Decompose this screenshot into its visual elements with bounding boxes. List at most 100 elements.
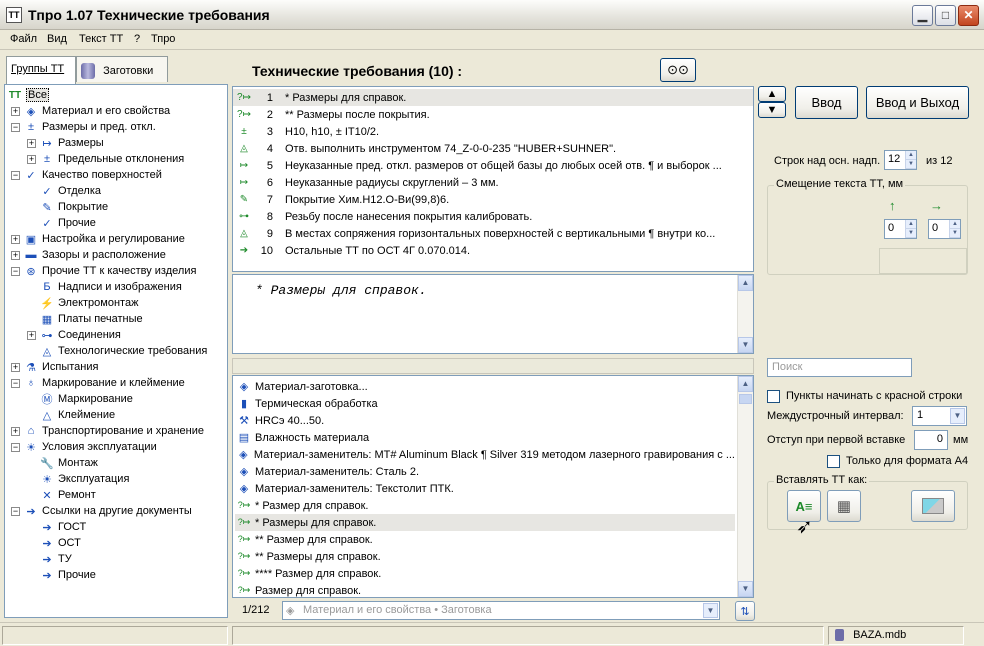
move-down-button[interactable]: ▼ <box>758 102 786 118</box>
tab-groups[interactable]: Группы ТТ <box>6 56 76 84</box>
move-up-button[interactable]: ▲ <box>758 86 786 102</box>
tree-item[interactable]: − ± Размеры и пред. откл. <box>11 119 156 135</box>
tree-item[interactable]: + ± Предельные отклонения <box>27 151 184 167</box>
menu-text-tt[interactable]: Текст ТТ <box>79 33 123 45</box>
find-button[interactable]: ⊙⊙ <box>660 58 696 82</box>
menu-file[interactable]: Файл <box>10 33 37 45</box>
library-row[interactable]: ▮ Термическая обработка <box>235 395 735 412</box>
menu-help[interactable]: ? <box>134 33 140 45</box>
tree-expander-icon[interactable]: − <box>11 170 20 180</box>
maximize-button[interactable]: □ <box>935 5 956 26</box>
tt-row[interactable]: ◬ 4 Отв. выполнить инструментом 74_Z-0-0-2… <box>233 140 753 157</box>
library-row[interactable]: ▤ Влажность материала <box>235 429 735 446</box>
insert-as-object-button[interactable] <box>911 490 955 522</box>
close-button[interactable]: ✕ <box>958 5 979 26</box>
chevron-down-icon[interactable]: ▼ <box>950 408 965 424</box>
tree-item[interactable]: + ⚗ Испытания <box>11 359 98 375</box>
library-row[interactable]: ?↦ Размер для справок. <box>235 582 735 597</box>
tt-row[interactable]: ↦ 5 Неуказанные пред. откл. размеров от об… <box>233 157 753 174</box>
tree-item[interactable]: ✎ Покрытие <box>27 199 108 215</box>
library-list[interactable]: ?↦ Размер для справок. ?↦ **** Размер для с… <box>232 375 754 598</box>
tree-item[interactable]: ➔ ОСТ <box>27 535 80 551</box>
tt-row[interactable]: ✎ 7 Покрытие Хим.Н12.О-Ви(99,8)6. <box>233 191 753 208</box>
tree-item[interactable]: − ♁ Маркирование и клеймение <box>11 375 185 391</box>
library-scrollbar[interactable]: ▲ ▼ <box>737 376 753 597</box>
filter-combo[interactable]: ◈ Материал и его свойства • Заготовка ▼ <box>282 601 720 620</box>
tree-item[interactable]: ✓ Прочие <box>27 215 96 231</box>
tree-expander-icon[interactable]: + <box>11 250 20 260</box>
lines-spin-arrows[interactable]: ▲ ▼ <box>905 151 916 169</box>
scroll-down-icon[interactable]: ▼ <box>738 581 753 597</box>
tree-item[interactable]: + ⊶ Соединения <box>27 327 121 343</box>
tree-item[interactable]: ◬ Технологические требования <box>27 343 208 359</box>
first-indent-input[interactable]: 0 <box>914 430 948 450</box>
library-row[interactable]: ?↦ * Размеры для справок. <box>235 514 735 531</box>
offset-up-spinbox[interactable]: 0 ▲ ▼ <box>884 219 917 239</box>
tree-item[interactable]: TT Все <box>7 87 49 103</box>
library-row[interactable]: ◈ Материал-заменитель: Текстолит ПТК. <box>235 480 735 497</box>
tree-expander-icon[interactable]: + <box>27 154 36 164</box>
search-input[interactable]: Поиск <box>767 358 912 377</box>
tree-item[interactable]: ✓ Отделка <box>27 183 101 199</box>
tab-templates[interactable]: Заготовки <box>76 56 168 82</box>
red-line-checkbox[interactable] <box>767 390 780 403</box>
tree-expander-icon[interactable]: + <box>11 106 20 116</box>
enter-exit-button[interactable]: Ввод и Выход <box>866 86 969 119</box>
tree-item[interactable]: Б Надписи и изображения <box>27 279 181 295</box>
tree-expander-icon[interactable]: − <box>11 122 20 132</box>
tree-expander-icon[interactable]: − <box>11 442 20 452</box>
tree-item[interactable]: − ⊛ Прочие ТТ к качеству изделия <box>11 263 196 279</box>
line-spacing-select[interactable]: 1 ▼ <box>912 406 967 426</box>
lines-spinbox[interactable]: 12 ▲ ▼ <box>884 150 917 170</box>
tree-item[interactable]: Ⓜ Маркирование <box>27 391 133 407</box>
minimize-button[interactable]: ▁ <box>912 5 933 26</box>
scroll-up-icon[interactable]: ▲ <box>738 376 753 392</box>
tree-expander-icon[interactable]: − <box>11 266 20 276</box>
tt-row[interactable]: ?↦ 2 ** Размеры после покрытия. <box>233 106 753 123</box>
tree-item[interactable]: △ Клеймение <box>27 407 115 423</box>
tree-item[interactable]: ⚡ Электромонтаж <box>27 295 138 311</box>
tree-item[interactable]: + ⌂ Транспортирование и хранение <box>11 423 204 439</box>
tree-item[interactable]: + ▣ Настройка и регулирование <box>11 231 185 247</box>
tree-item[interactable]: + ◈ Материал и его свойства <box>11 103 170 119</box>
library-row[interactable]: ◈ Материал-заменитель: MT# Aluminum Black… <box>235 446 735 463</box>
tree-item[interactable]: ➔ ТУ <box>27 551 71 567</box>
tree-item[interactable]: 🔧 Монтаж <box>27 455 98 471</box>
tt-row[interactable]: ?↦ 1 * Размеры для справок. <box>233 89 753 106</box>
tree-item[interactable]: + ↦ Размеры <box>27 135 104 151</box>
refresh-button[interactable]: ⇅ <box>735 601 755 621</box>
library-row[interactable]: ◈ Материал-заготовка... <box>235 378 735 395</box>
tree-item[interactable]: ✕ Ремонт <box>27 487 95 503</box>
tree-expander-icon[interactable]: + <box>11 362 20 372</box>
tt-row[interactable]: ±3 H10, h10, ± IT10/2. <box>233 123 753 140</box>
tree-item[interactable]: − ➔ Ссылки на другие документы <box>11 503 192 519</box>
scroll-thumb[interactable] <box>739 394 752 404</box>
group-tree[interactable]: TT Все + ◈ Материал и его свойства − ± Размеры … <box>4 84 228 618</box>
library-row[interactable]: ?↦ * Размер для справок. <box>235 497 735 514</box>
library-row[interactable]: ?↦ ** Размеры для справок. <box>235 548 735 565</box>
insert-as-table-button[interactable]: ▦ <box>827 490 861 522</box>
enter-button[interactable]: Ввод <box>795 86 858 119</box>
library-row[interactable]: ?↦ ** Размер для справок. <box>235 531 735 548</box>
tree-expander-icon[interactable]: + <box>11 234 20 244</box>
tree-item[interactable]: + ▬ Зазоры и расположение <box>11 247 166 263</box>
tree-item[interactable]: − ☀ Условия эксплуатации <box>11 439 157 455</box>
preview-scrollbar[interactable]: ▲ ▼ <box>737 275 753 353</box>
tt-row[interactable]: ⊶ 8 Резьбу после нанесения покрытия калибр… <box>233 208 753 225</box>
library-row[interactable]: ?↦ **** Размер для справок. <box>235 565 735 582</box>
chevron-down-icon[interactable]: ▼ <box>703 603 718 618</box>
menu-view[interactable]: Вид <box>47 33 67 45</box>
offset-up-arrows[interactable]: ▲ ▼ <box>905 220 916 238</box>
offset-right-arrows[interactable]: ▲ ▼ <box>949 220 960 238</box>
tree-item[interactable]: − ✓ Качество поверхностей <box>11 167 162 183</box>
tree-expander-icon[interactable]: + <box>11 426 20 436</box>
tt-row[interactable]: ↦ 6 Неуказанные радиусы скруглений – 3 мм. <box>233 174 753 191</box>
library-row[interactable]: ⚒ HRCэ 40...50. <box>235 412 735 429</box>
tt-preview[interactable]: * Размеры для справок. ▲ ▼ <box>232 274 754 354</box>
tree-item[interactable]: ▦ Платы печатные <box>27 311 143 327</box>
tree-expander-icon[interactable]: − <box>11 378 20 388</box>
menu-tpro[interactable]: Тпро <box>151 33 175 45</box>
tree-item[interactable]: ☀ Эксплуатация <box>27 471 129 487</box>
tree-item[interactable]: ➔ Прочие <box>27 567 96 583</box>
a4-only-checkbox[interactable] <box>827 455 840 468</box>
